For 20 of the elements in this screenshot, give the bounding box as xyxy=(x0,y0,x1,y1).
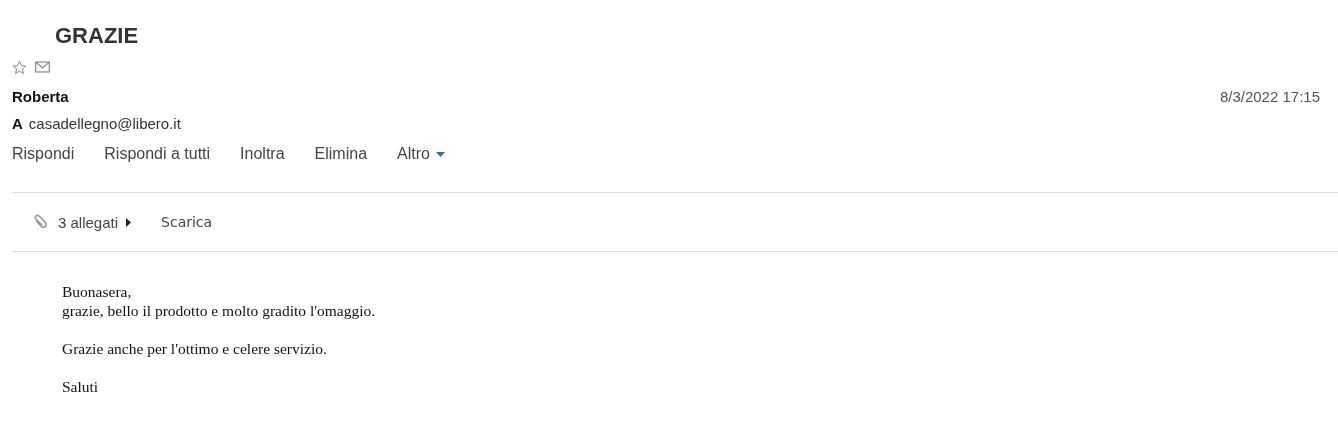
action-link[interactable]: Rispondi xyxy=(12,145,75,163)
star-icon[interactable] xyxy=(12,59,27,75)
action-link[interactable]: Inoltra xyxy=(240,145,285,163)
action-link[interactable]: Rispondi a tutti xyxy=(104,145,211,163)
caret-icon xyxy=(126,217,132,227)
download-link[interactable]: Scarica xyxy=(161,214,213,230)
email-date: 8/3/2022 17:15 xyxy=(1219,88,1320,105)
recipient-label: A xyxy=(12,115,23,132)
body-paragraph: Buonasera, grazie, bello il prodotto e molto gradito l'omaggio. xyxy=(62,282,377,320)
body-paragraph: Saluti xyxy=(62,377,100,396)
recipient-address: casadellegno@libero.it xyxy=(28,115,181,132)
attachments-toggle[interactable]: 3 allegati xyxy=(58,213,132,231)
caret-icon xyxy=(435,151,445,157)
envelope-icon[interactable] xyxy=(35,61,50,73)
email-subject: GRAZIE xyxy=(55,22,140,50)
more-menu[interactable]: Altro xyxy=(397,145,445,163)
action-link[interactable]: Elimina xyxy=(314,145,368,163)
body-paragraph: Grazie anche per l'ottimo e celere servizio. xyxy=(62,339,328,358)
sender-name: Roberta xyxy=(12,88,69,105)
paperclip-icon xyxy=(32,213,48,231)
